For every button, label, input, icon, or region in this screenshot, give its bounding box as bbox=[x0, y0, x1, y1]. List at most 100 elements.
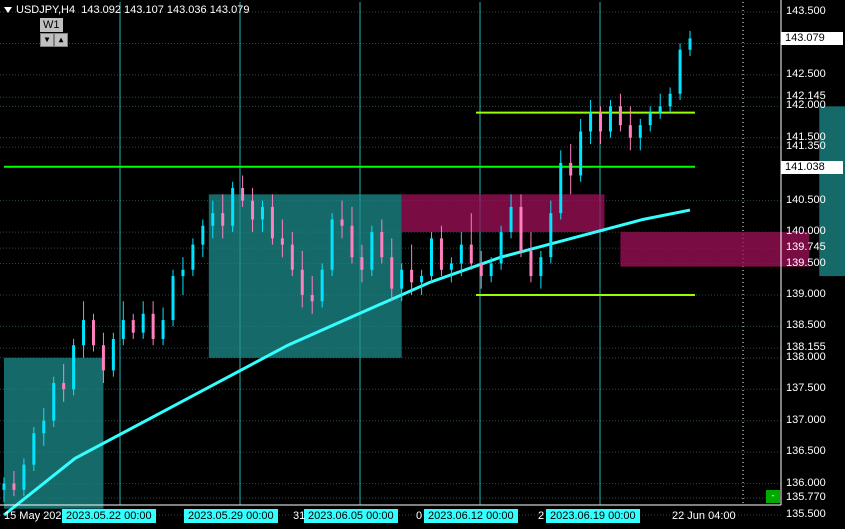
candle-body bbox=[290, 244, 294, 270]
candle-body bbox=[241, 188, 245, 201]
candle-body bbox=[191, 244, 195, 270]
time-tag: 2023.06.05 00:00 bbox=[304, 509, 398, 523]
candle-body bbox=[380, 232, 384, 258]
candle-body bbox=[280, 238, 284, 245]
price-tick-label: 140.500 bbox=[786, 193, 826, 206]
candle-body bbox=[101, 345, 105, 371]
candle-body bbox=[111, 338, 115, 371]
time-tick-label: 22 Jun 04:00 bbox=[672, 510, 736, 522]
candle-body bbox=[489, 263, 493, 277]
candle-body bbox=[449, 263, 453, 270]
zone-rect bbox=[401, 194, 605, 233]
time-label-fragment: 2 bbox=[538, 510, 545, 522]
price-tick-label: 138.500 bbox=[786, 319, 826, 332]
time-tick-label: 15 May 2023 bbox=[4, 510, 68, 522]
candle-body bbox=[479, 263, 483, 277]
candle-body bbox=[599, 112, 603, 132]
candle-body bbox=[141, 313, 145, 333]
candle-body bbox=[459, 244, 463, 264]
time-tag: 2023.05.22 00:00 bbox=[62, 509, 156, 523]
candle-body bbox=[390, 257, 394, 289]
candle-body bbox=[270, 206, 274, 239]
candle-body bbox=[171, 276, 175, 321]
price-tick-label: 139.000 bbox=[786, 287, 826, 300]
chart-header: USDJPY,H4 143.092 143.107 143.036 143.07… bbox=[4, 4, 249, 16]
zone-rectangles bbox=[4, 106, 845, 509]
symbol-timeframe: USDJPY,H4 bbox=[16, 4, 76, 16]
price-tick-label: 137.000 bbox=[786, 413, 826, 426]
zone-rect bbox=[208, 194, 402, 358]
candle-body bbox=[439, 238, 443, 270]
candle-body bbox=[469, 244, 473, 264]
candle-body bbox=[628, 125, 632, 138]
candle-body bbox=[658, 106, 662, 113]
candle-body bbox=[539, 257, 543, 277]
candle-body bbox=[320, 269, 324, 302]
candle-body bbox=[589, 112, 593, 132]
price-tick-label: 140.000 bbox=[786, 225, 826, 238]
minimize-button[interactable]: - bbox=[766, 490, 780, 503]
candle-body bbox=[201, 225, 205, 245]
candle-body bbox=[569, 162, 573, 176]
candle-body bbox=[420, 276, 424, 283]
candle-body bbox=[32, 433, 36, 465]
price-tick-label: 136.500 bbox=[786, 445, 826, 458]
candle-body bbox=[509, 206, 513, 233]
candle-body bbox=[52, 382, 56, 421]
candle-body bbox=[131, 320, 135, 333]
ohlc-values: 143.092 143.107 143.036 143.079 bbox=[81, 4, 250, 16]
candle-body bbox=[91, 320, 95, 346]
price-tag: 141.038 bbox=[781, 160, 843, 174]
candle-body bbox=[608, 106, 612, 132]
price-tick-label: 138.000 bbox=[786, 350, 826, 363]
candle-body bbox=[151, 313, 155, 339]
candle-body bbox=[260, 206, 264, 220]
price-chart[interactable]: USDJPY,H4 143.092 143.107 143.036 143.07… bbox=[0, 0, 845, 529]
price-tick-label: 139.500 bbox=[786, 256, 826, 269]
candle-body bbox=[2, 483, 6, 490]
price-tick-label: 137.500 bbox=[786, 382, 826, 395]
price-tick-label: 139.745 bbox=[786, 241, 826, 254]
candle-body bbox=[121, 320, 125, 339]
down-arrow-button[interactable]: ▼ bbox=[40, 33, 54, 47]
candle-body bbox=[161, 320, 165, 339]
time-label-fragment: 31 bbox=[293, 510, 306, 522]
candle-body bbox=[529, 250, 533, 277]
candle-body bbox=[668, 93, 672, 107]
candle-body bbox=[211, 213, 215, 226]
time-tag: 2023.06.12 00:00 bbox=[424, 509, 518, 523]
time-label-fragment: 0 bbox=[416, 510, 423, 522]
chart-canvas[interactable] bbox=[0, 0, 845, 529]
price-tick-label: 135.500 bbox=[786, 508, 826, 520]
candle-body bbox=[559, 162, 563, 214]
candle-body bbox=[300, 269, 304, 295]
time-tag: 2023.05.29 00:00 bbox=[184, 509, 278, 523]
candle-body bbox=[499, 232, 503, 264]
price-tick-label: 143.500 bbox=[786, 5, 826, 17]
candle-body bbox=[310, 294, 314, 302]
candle-body bbox=[549, 213, 553, 258]
up-arrow-button[interactable]: ▲ bbox=[54, 33, 68, 47]
candle-body bbox=[181, 269, 185, 277]
price-tag: 143.079 bbox=[781, 32, 843, 46]
candle-body bbox=[648, 112, 652, 126]
candle-body bbox=[688, 38, 692, 50]
candle-body bbox=[678, 49, 682, 94]
candle-body bbox=[618, 106, 622, 126]
candle-body bbox=[330, 219, 334, 270]
candle-body bbox=[410, 269, 414, 283]
candle-body bbox=[430, 238, 434, 277]
price-tick-label: 135.770 bbox=[786, 491, 826, 504]
candle-body bbox=[42, 420, 46, 434]
candle-body bbox=[400, 269, 404, 289]
candle-body bbox=[221, 213, 225, 226]
price-tick-label: 142.500 bbox=[786, 67, 826, 80]
candle-body bbox=[231, 188, 235, 226]
time-tag: 2023.06.19 00:00 bbox=[546, 509, 640, 523]
candle-body bbox=[360, 257, 364, 270]
chevron-down-icon[interactable] bbox=[4, 7, 12, 14]
candle-body bbox=[370, 232, 374, 270]
period-label: W1 bbox=[40, 18, 63, 32]
candle-body bbox=[638, 125, 642, 138]
candle-body bbox=[22, 464, 26, 490]
